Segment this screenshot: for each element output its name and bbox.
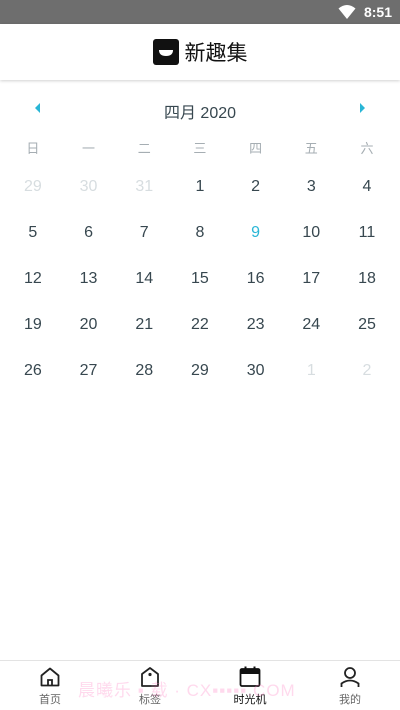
app-bar: 新趣集 [0,24,400,80]
calendar-day[interactable]: 30 [228,348,284,394]
weekday-wed: 三 [193,141,207,156]
calendar-day[interactable]: 17 [283,256,339,302]
calendar-day[interactable]: 20 [61,302,117,348]
calendar-day[interactable]: 2 [339,348,395,394]
calendar-day[interactable]: 30 [61,164,117,210]
calendar-day[interactable]: 24 [283,302,339,348]
weekday-fri: 五 [304,141,318,156]
calendar-day[interactable]: 18 [339,256,395,302]
calendar-day[interactable]: 5 [5,210,61,256]
tab-home[interactable]: 首页 [0,661,100,710]
tab-mine[interactable]: 我的 [300,661,400,710]
calendar-day[interactable]: 22 [172,302,228,348]
calendar-day[interactable]: 28 [116,348,172,394]
calendar-day[interactable]: 15 [172,256,228,302]
weekday-sun: 日 [26,141,40,156]
tab-time-machine[interactable]: 时光机 [200,661,300,710]
calendar-day[interactable]: 23 [228,302,284,348]
tab-time-machine-label: 时光机 [233,694,267,706]
calendar-day[interactable]: 3 [283,164,339,210]
chevron-right-icon [360,103,365,113]
tab-tags[interactable]: 标签 [100,661,200,710]
calendar-day[interactable]: 1 [172,164,228,210]
next-month-button[interactable] [352,98,372,118]
calendar-day[interactable]: 13 [61,256,117,302]
month-title: 四月 2020 [163,105,237,122]
calendar-day[interactable]: 31 [116,164,172,210]
calendar-day[interactable]: 29 [5,164,61,210]
calendar-day[interactable]: 25 [339,302,395,348]
calendar-day[interactable]: 19 [5,302,61,348]
weekday-tue: 二 [137,141,151,156]
calendar-day[interactable]: 6 [61,210,117,256]
calendar-day[interactable]: 7 [116,210,172,256]
calendar-day-today[interactable]: 9 [228,210,284,256]
weekday-sat: 六 [360,141,374,156]
tag-icon [141,667,159,687]
weekday-thu: 四 [249,141,263,156]
tab-home-label: 首页 [39,694,61,706]
calendar-day[interactable]: 26 [5,348,61,394]
calendar-day[interactable]: 16 [228,256,284,302]
calendar-day[interactable]: 27 [61,348,117,394]
calendar-day[interactable]: 11 [339,210,395,256]
calendar-day[interactable]: 4 [339,164,395,210]
bottom-tab-bar: 首页 标签 时光机 我的 [0,660,400,710]
calendar-day[interactable]: 12 [5,256,61,302]
calendar-icon [239,666,261,687]
person-icon [340,667,360,687]
calendar-day[interactable]: 2 [228,164,284,210]
app-title: 新趣集 [184,41,248,65]
wifi-icon [338,5,356,19]
month-header: 四月 2020 [0,86,400,130]
calendar-day[interactable]: 29 [172,348,228,394]
weekday-mon: 一 [82,141,96,156]
tab-tags-label: 标签 [139,694,161,706]
calendar-day[interactable]: 1 [283,348,339,394]
calendar-day[interactable]: 10 [283,210,339,256]
calendar-day[interactable]: 14 [116,256,172,302]
status-time: 8:51 [363,4,392,20]
weekday-header: 日 一 二 三 四 五 六 [5,138,395,162]
status-bar: 8:51 [0,0,400,24]
home-icon [40,667,60,687]
app-logo-icon [152,39,179,65]
calendar-day[interactable]: 8 [172,210,228,256]
calendar-day[interactable]: 21 [116,302,172,348]
calendar-grid: 29 30 31 1 2 3 4 5 6 7 8 9 10 11 12 13 14 15 16 17 18 19 20 21 2… [5,164,395,394]
tab-mine-label: 我的 [339,694,361,706]
